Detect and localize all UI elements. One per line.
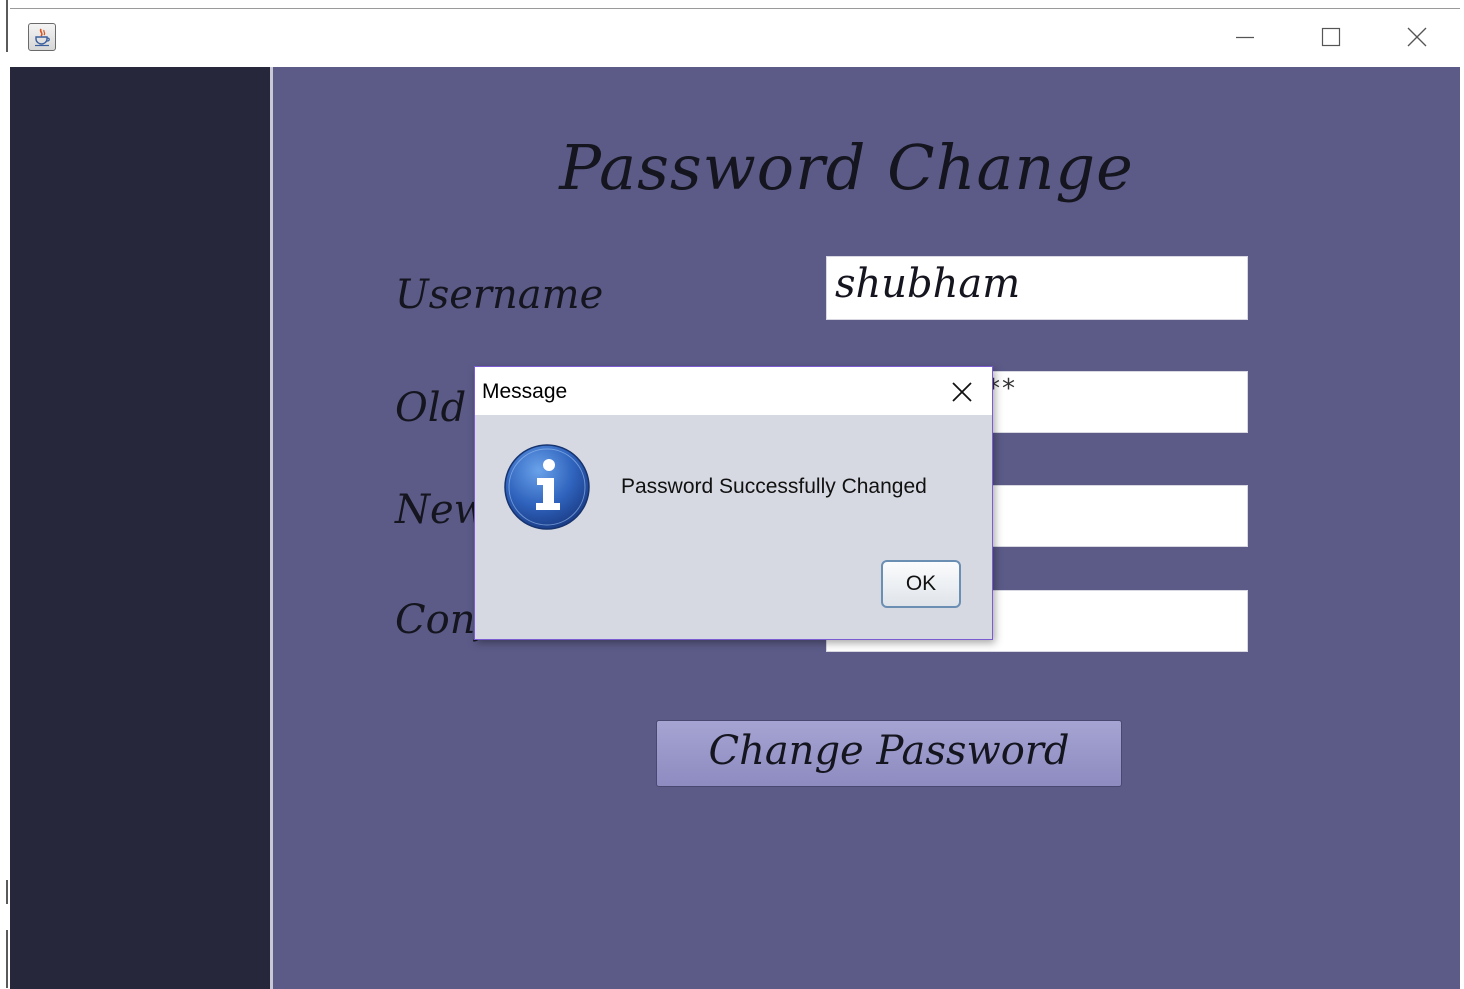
- close-icon: [1407, 27, 1427, 47]
- close-icon: [952, 382, 972, 402]
- close-window-button[interactable]: [1374, 9, 1460, 65]
- window-titlebar[interactable]: [10, 9, 1460, 67]
- dialog-message: Password Successfully Changed: [621, 475, 927, 498]
- window-edge-marks: [6, 0, 8, 988]
- page-title: Password Change: [559, 131, 1134, 204]
- ok-button[interactable]: OK: [881, 560, 961, 608]
- minimize-icon: [1236, 36, 1254, 39]
- message-dialog: Message Password Successfully Changed OK: [474, 366, 993, 640]
- change-password-button[interactable]: Change Password: [656, 720, 1122, 787]
- dialog-title: Message: [482, 380, 568, 403]
- username-field[interactable]: shubham: [826, 256, 1248, 320]
- maximize-button[interactable]: [1288, 9, 1374, 65]
- sidebar-panel: [10, 67, 270, 989]
- maximize-icon: [1321, 27, 1341, 47]
- info-icon: [504, 444, 590, 530]
- dialog-close-button[interactable]: [947, 377, 977, 407]
- dialog-titlebar[interactable]: Message: [475, 367, 992, 415]
- username-label: Username: [395, 272, 604, 318]
- java-coffee-cup-icon[interactable]: [28, 23, 56, 51]
- minimize-button[interactable]: [1202, 9, 1288, 65]
